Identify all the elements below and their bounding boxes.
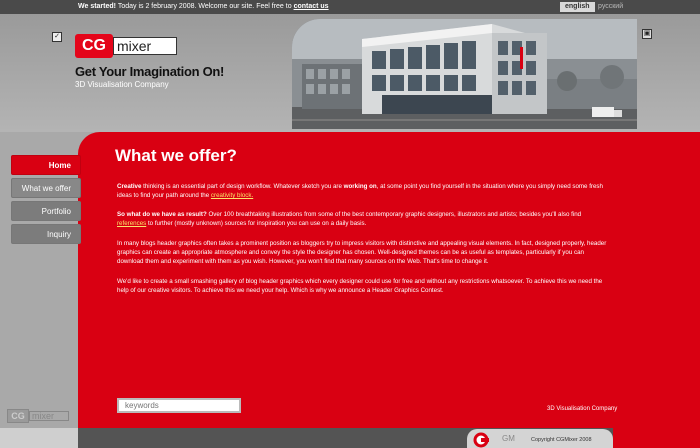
- nav-item-what-we-offer[interactable]: What we offer: [11, 178, 81, 198]
- tagline: Get Your Imagination On!: [75, 64, 225, 79]
- page-title: What we offer?: [115, 146, 237, 165]
- references-link[interactable]: references: [117, 220, 146, 227]
- logo-cg: CG: [75, 34, 113, 58]
- p1-bold-creative: Creative: [117, 183, 142, 190]
- nav-item-inquiry[interactable]: Inquiry: [11, 224, 81, 244]
- sidebar-nav: Home What we offer Portfolio Inquiry: [11, 155, 81, 247]
- logo-mixer: mixer: [113, 37, 177, 55]
- top-bar: We started! Today is 2 february 2008. We…: [0, 0, 700, 14]
- header: ✓ CG mixer Get Your Imagination On! 3D V…: [0, 14, 700, 132]
- window-icon[interactable]: ▣: [642, 29, 652, 39]
- paragraph-contest: We'd like to create a small smashing gal…: [117, 278, 603, 294]
- nav-item-home[interactable]: Home: [11, 155, 81, 175]
- p1-text-1: thinking is an essential part of design …: [141, 183, 344, 190]
- language-english[interactable]: english: [560, 2, 595, 12]
- right-accent-strip: [640, 132, 700, 428]
- p2-bold: So what do we have as result?: [117, 211, 207, 218]
- welcome-text: Today is 2 february 2008. Welcome our si…: [116, 3, 294, 10]
- logo[interactable]: CG mixer: [75, 34, 181, 58]
- started-label: We started!: [78, 3, 116, 10]
- header-building-photo: [292, 19, 637, 129]
- footer-company-label: 3D Visualisation Company: [547, 406, 618, 412]
- footer-right-block: [613, 428, 700, 448]
- bottom-logo-mixer: mixer: [29, 411, 69, 421]
- bottom-logo-cg: CG: [7, 409, 29, 423]
- check-icon[interactable]: ✓: [52, 32, 62, 42]
- paragraph-creative: Creative thinking is an essential part o…: [117, 182, 607, 200]
- nav-item-portfolio[interactable]: Portfolio: [11, 201, 81, 221]
- p1-bold-working: working on: [343, 183, 377, 190]
- p2-text-1: Over 100 breathtaking illustrations from…: [206, 211, 582, 218]
- p2-text-2: to further (mostly unknown) sources for …: [146, 220, 367, 227]
- footer-logo-icon: [473, 432, 489, 448]
- company-subtitle: 3D Visualisation Company: [75, 80, 169, 89]
- paragraph-result: So what do we have as result? Over 100 b…: [117, 210, 607, 228]
- footer-left-block: [0, 428, 78, 448]
- footer-copyright-box: GM Copyright CGMixer 2008: [467, 429, 613, 448]
- welcome-message: We started! Today is 2 february 2008. We…: [78, 0, 329, 14]
- contact-us-link[interactable]: contact us: [294, 3, 329, 10]
- bottom-watermark-logo: CG mixer: [7, 409, 71, 423]
- search-input[interactable]: [117, 398, 241, 413]
- language-russian[interactable]: русский: [598, 0, 623, 14]
- creativity-block-link[interactable]: creativity block.: [211, 192, 253, 199]
- paragraph-header-graphics: In many blogs header graphics often take…: [117, 240, 607, 265]
- main-content: What we offer? Creative thinking is an e…: [78, 132, 640, 428]
- footer-logo-text: GM: [502, 434, 515, 443]
- copyright-text: Copyright CGMixer 2008: [531, 437, 592, 443]
